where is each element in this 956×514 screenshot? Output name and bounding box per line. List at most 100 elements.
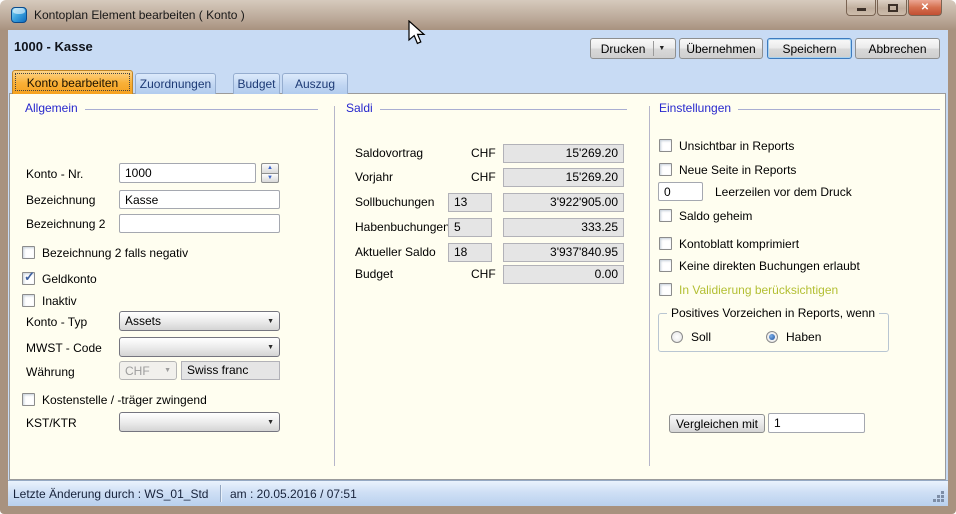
haben-radio[interactable] — [766, 331, 778, 343]
uebernehmen-label: Übernehmen — [686, 42, 755, 56]
chevron-down-icon: ▼ — [267, 175, 273, 181]
waehrung-select: CHF ▼ — [119, 361, 177, 380]
checkbox-label[interactable]: Inaktiv — [42, 294, 77, 308]
habenbuchungen-count-field: 5 — [448, 218, 492, 237]
haben-radio-row[interactable]: Haben — [766, 330, 821, 344]
validierung-checkbox-row[interactable]: ✓ In Validierung berücksichtigen — [659, 282, 838, 297]
vergleichen-mit-input[interactable] — [768, 413, 865, 433]
kst-ktr-select[interactable]: ▼ — [119, 412, 280, 432]
abbrechen-button[interactable]: Abbrechen — [855, 38, 940, 59]
unsichtbar-checkbox[interactable]: ✓ — [659, 139, 672, 152]
tab-auszug[interactable]: Auszug — [282, 73, 348, 94]
column-divider — [649, 106, 650, 466]
geldkonto-checkbox[interactable]: ✓ — [22, 272, 35, 285]
close-button[interactable]: ✕ — [908, 0, 942, 16]
tab-label: Zuordnungen — [140, 77, 211, 91]
konto-typ-label: Konto - Typ — [26, 315, 87, 329]
inaktiv-checkbox-row[interactable]: ✓ Inaktiv — [22, 293, 77, 308]
group-rule — [85, 109, 318, 110]
keine-buchungen-checkbox-row[interactable]: ✓ Keine direkten Buchungen erlaubt — [659, 258, 860, 273]
tab-zuordnungen[interactable]: Zuordnungen — [135, 73, 216, 94]
vorzeichen-groupbox: Positives Vorzeichen in Reports, wenn So… — [658, 313, 889, 352]
soll-radio-row[interactable]: Soll — [671, 330, 711, 344]
leerzeilen-label: Leerzeilen vor dem Druck — [715, 185, 852, 199]
checkbox-label[interactable]: Keine direkten Buchungen erlaubt — [679, 259, 860, 273]
aktueller-saldo-count-field: 18 — [448, 243, 492, 262]
saldi-row-label: Budget — [355, 267, 393, 281]
checkbox-label[interactable]: Saldo geheim — [679, 209, 752, 223]
group-rule — [380, 109, 627, 110]
saldo-geheim-checkbox-row[interactable]: ✓ Saldo geheim — [659, 208, 752, 223]
chevron-down-icon: ▼ — [267, 318, 274, 325]
sollbuchungen-amount-field: 3'922'905.00 — [503, 193, 624, 212]
bezeichnung2-input[interactable] — [119, 214, 280, 233]
radio-label[interactable]: Soll — [691, 330, 711, 344]
title-bar[interactable]: Kontoplan Element bearbeiten ( Konto ) ✕ — [0, 0, 956, 30]
checkbox-label[interactable]: Unsichtbar in Reports — [679, 139, 794, 153]
speichern-button[interactable]: Speichern — [767, 38, 852, 59]
inaktiv-checkbox[interactable]: ✓ — [22, 294, 35, 307]
kontoblatt-checkbox-row[interactable]: ✓ Kontoblatt komprimiert — [659, 236, 799, 251]
uebernehmen-button[interactable]: Übernehmen — [679, 38, 763, 59]
bezeichnung2-negativ-checkbox[interactable]: ✓ — [22, 246, 35, 259]
checkbox-label[interactable]: Bezeichnung 2 falls negativ — [42, 246, 188, 260]
drucken-label: Drucken — [601, 42, 646, 56]
saldi-row-label: Saldovortrag — [355, 146, 423, 160]
soll-radio[interactable] — [671, 331, 683, 343]
selected-value: CHF — [125, 364, 150, 378]
client-area: 1000 - Kasse Drucken ▼ Übernehmen Speich… — [8, 30, 948, 506]
bezeichnung2-negativ-checkbox-row[interactable]: ✓ Bezeichnung 2 falls negativ — [22, 245, 188, 260]
saldi-row-unit: CHF — [471, 146, 496, 160]
validierung-checkbox[interactable]: ✓ — [659, 283, 672, 296]
app-window: Kontoplan Element bearbeiten ( Konto ) ✕… — [0, 0, 956, 514]
kostenstelle-checkbox-row[interactable]: ✓ Kostenstelle / -träger zwingend — [22, 392, 207, 407]
bezeichnung-label: Bezeichnung — [26, 193, 95, 207]
vergleichen-mit-button[interactable]: Vergleichen mit — [669, 414, 765, 433]
checkbox-label[interactable]: Neue Seite in Reports — [679, 163, 796, 177]
keine-buchungen-checkbox[interactable]: ✓ — [659, 259, 672, 272]
konto-nr-input[interactable] — [119, 163, 256, 183]
radio-label[interactable]: Haben — [786, 330, 821, 344]
leerzeilen-input[interactable] — [658, 182, 703, 201]
tab-budget[interactable]: Budget — [233, 73, 280, 94]
saldi-row-label: Habenbuchungen — [355, 220, 450, 234]
habenbuchungen-amount-field: 333.25 — [503, 218, 624, 237]
window-controls: ✕ — [846, 0, 942, 16]
maximize-button[interactable] — [877, 0, 907, 16]
drucken-dropdown-icon[interactable]: ▼ — [658, 45, 665, 52]
unsichtbar-checkbox-row[interactable]: ✓ Unsichtbar in Reports — [659, 138, 794, 153]
kontoblatt-checkbox[interactable]: ✓ — [659, 237, 672, 250]
tab-konto-bearbeiten[interactable]: Konto bearbeiten — [12, 70, 133, 94]
konto-bearbeiten-panel: Allgemein Konto - Nr. ▲ ▼ Bezeichnung Be… — [9, 93, 946, 480]
konto-typ-select[interactable]: Assets ▼ — [119, 311, 280, 331]
checkbox-label[interactable]: Kostenstelle / -träger zwingend — [42, 393, 207, 407]
status-bar: Letzte Änderung durch : WS_01_Std am : 2… — [8, 480, 948, 506]
chevron-down-icon: ▼ — [267, 419, 274, 426]
minimize-button[interactable] — [846, 0, 876, 16]
spinner-up-button[interactable]: ▲ — [261, 163, 279, 174]
drucken-button[interactable]: Drucken ▼ — [590, 38, 676, 59]
checkbox-label[interactable]: In Validierung berücksichtigen — [679, 283, 838, 297]
saldo-geheim-checkbox[interactable]: ✓ — [659, 209, 672, 222]
neue-seite-checkbox[interactable]: ✓ — [659, 163, 672, 176]
konto-nr-label: Konto - Nr. — [26, 167, 83, 181]
neue-seite-checkbox-row[interactable]: ✓ Neue Seite in Reports — [659, 162, 796, 177]
saldi-row-label: Aktueller Saldo — [355, 245, 436, 259]
checkbox-label[interactable]: Geldkonto — [42, 272, 97, 286]
bezeichnung-input[interactable] — [119, 190, 280, 209]
resize-grip-icon[interactable] — [941, 499, 944, 502]
einstellungen-group-header: Einstellungen — [659, 101, 940, 115]
checkbox-label[interactable]: Kontoblatt komprimiert — [679, 237, 799, 251]
page-title: 1000 - Kasse — [14, 39, 93, 54]
chevron-down-icon: ▼ — [164, 367, 171, 374]
column-divider — [334, 106, 335, 466]
geldkonto-checkbox-row[interactable]: ✓ Geldkonto — [22, 271, 97, 286]
status-last-change: Letzte Änderung durch : WS_01_Std — [13, 487, 208, 501]
kostenstelle-checkbox[interactable]: ✓ — [22, 393, 35, 406]
tab-label: Budget — [237, 77, 275, 91]
aktueller-saldo-amount-field: 3'937'840.95 — [503, 243, 624, 262]
speichern-label: Speichern — [782, 42, 836, 56]
mwst-code-select[interactable]: ▼ — [119, 337, 280, 357]
spinner-down-button[interactable]: ▼ — [261, 174, 279, 184]
saldi-row-unit: CHF — [471, 267, 496, 281]
